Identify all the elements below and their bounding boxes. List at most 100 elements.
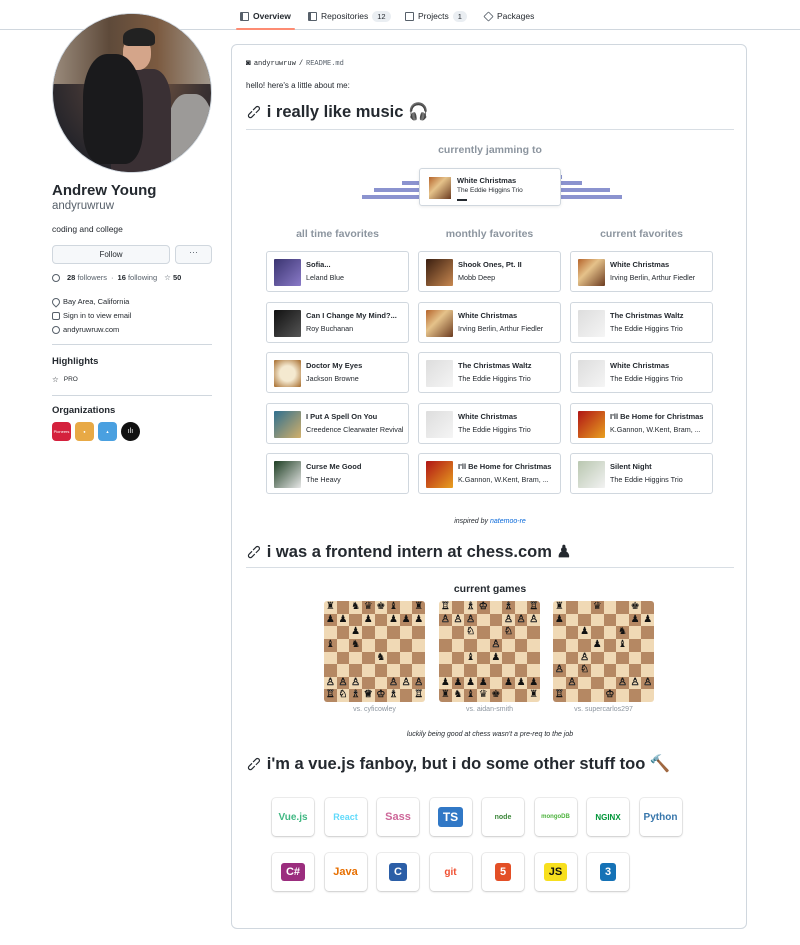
chess-square[interactable]: [628, 638, 642, 652]
chess-square[interactable]: [603, 651, 617, 665]
chess-square[interactable]: ♛: [590, 601, 604, 614]
chess-square[interactable]: [489, 601, 503, 614]
chess-square[interactable]: [628, 651, 642, 665]
chess-square[interactable]: ♚: [374, 601, 388, 614]
chess-square[interactable]: [399, 638, 413, 652]
chess-square[interactable]: ♟: [590, 638, 604, 652]
chess-square[interactable]: [628, 689, 642, 702]
chess-square[interactable]: [349, 651, 362, 665]
chess-square[interactable]: [399, 689, 413, 702]
chess-square[interactable]: ♝: [616, 638, 629, 652]
chess-square[interactable]: [374, 638, 388, 652]
chess-square[interactable]: ♟: [324, 613, 337, 627]
chess-square[interactable]: [641, 651, 654, 665]
chess-square[interactable]: [349, 613, 362, 627]
chess-square[interactable]: [641, 601, 654, 614]
chess-square[interactable]: ♔: [476, 601, 490, 614]
chess-square[interactable]: ♙: [578, 651, 591, 665]
chess-square[interactable]: [590, 664, 604, 677]
chess-square[interactable]: [464, 664, 477, 677]
chess-square[interactable]: ♟: [514, 676, 528, 690]
chess-square[interactable]: [628, 664, 642, 677]
chess-square[interactable]: ♖: [324, 689, 337, 702]
chess-square[interactable]: [603, 664, 617, 677]
chess-square[interactable]: ♟: [349, 626, 362, 639]
chess-square[interactable]: [361, 626, 375, 639]
chess-square[interactable]: [565, 601, 579, 614]
chess-square[interactable]: [590, 651, 604, 665]
chess-square[interactable]: [603, 626, 617, 639]
chess-square[interactable]: [553, 676, 566, 690]
chess-square[interactable]: [641, 689, 654, 702]
avatar[interactable]: [52, 13, 212, 173]
chess-square[interactable]: [439, 638, 452, 652]
current-track-card[interactable]: White Christmas Irving Berlin, Arthur Fie…: [570, 251, 713, 292]
tech-icon[interactable]: C#: [272, 853, 314, 891]
chess-square[interactable]: ♟: [502, 676, 515, 690]
chess-square[interactable]: [336, 638, 350, 652]
website-row[interactable]: andyruwruw.com: [52, 325, 119, 334]
chess-square[interactable]: ♙: [489, 639, 503, 652]
chess-square[interactable]: ♝: [387, 601, 400, 614]
chess-square[interactable]: [387, 626, 400, 639]
chess-square[interactable]: [553, 626, 566, 639]
chess-square[interactable]: [578, 601, 591, 614]
chess-square[interactable]: [514, 664, 528, 677]
chess-square[interactable]: [553, 638, 566, 652]
current-track-card[interactable]: White Christmas The Eddie Higgins Trio: [570, 352, 713, 393]
chess-square[interactable]: ♟: [439, 676, 452, 690]
chess-square[interactable]: [603, 676, 617, 690]
now-playing-card[interactable]: White Christmas The Eddie Higgins Trio: [419, 168, 561, 206]
chess-square[interactable]: [590, 689, 604, 702]
chess-square[interactable]: [439, 664, 452, 677]
tab-repositories[interactable]: Repositories 12: [308, 9, 391, 23]
chess-square[interactable]: ♖: [439, 601, 452, 614]
chess-square[interactable]: [527, 638, 540, 652]
chess-square[interactable]: ♙: [464, 613, 477, 627]
tab-projects[interactable]: Projects 1: [405, 9, 467, 23]
all-time-track-card[interactable]: Can I Change My Mind?... Roy Buchanan: [266, 301, 409, 343]
chess-square[interactable]: ♘: [502, 626, 515, 639]
tech-icon[interactable]: NGINX: [587, 798, 629, 836]
monthly-track-card[interactable]: Shook Ones, Pt. II Mobb Deep: [418, 251, 561, 292]
chess-square[interactable]: [578, 689, 591, 702]
chess-square[interactable]: ♙: [514, 613, 528, 627]
chess-square[interactable]: ♗: [464, 601, 477, 614]
chess-square[interactable]: [336, 664, 350, 677]
org-avatar-3[interactable]: ▲: [98, 422, 117, 441]
chess-square[interactable]: [324, 626, 337, 639]
tech-icon[interactable]: node: [482, 798, 524, 836]
chess-square[interactable]: ♙: [527, 613, 540, 627]
all-time-track-card[interactable]: Sofia... Leland Blue: [266, 251, 409, 292]
chess-square[interactable]: ♕: [361, 689, 375, 702]
chess-square[interactable]: ♟: [387, 613, 400, 627]
chess-square[interactable]: ♟: [489, 651, 503, 665]
chess-square[interactable]: [476, 638, 490, 652]
chess-square[interactable]: [565, 613, 579, 627]
tech-icon[interactable]: git: [429, 853, 472, 891]
chess-square[interactable]: ♙: [349, 677, 362, 690]
chess-square[interactable]: ♘: [464, 626, 477, 639]
chess-square[interactable]: ♟: [361, 613, 375, 627]
chess-square[interactable]: [324, 651, 337, 665]
chess-square[interactable]: [412, 664, 425, 677]
chess-square[interactable]: [502, 689, 515, 702]
chess-square[interactable]: [324, 664, 337, 677]
chess-square[interactable]: ♝: [324, 638, 337, 652]
tech-icon[interactable]: 5: [482, 853, 524, 891]
chess-square[interactable]: [502, 664, 515, 677]
chess-square[interactable]: [641, 638, 654, 652]
chess-square[interactable]: ♙: [451, 613, 465, 627]
email-row[interactable]: Sign in to view email: [52, 311, 131, 320]
current-track-card[interactable]: Silent Night The Eddie Higgins Trio: [570, 453, 713, 494]
tech-icon[interactable]: React: [324, 798, 367, 836]
chess-square[interactable]: [387, 651, 400, 665]
chess-square[interactable]: [361, 664, 375, 677]
inspired-link[interactable]: natemoo-re: [490, 518, 526, 525]
chess-square[interactable]: [412, 651, 425, 665]
chess-square[interactable]: [374, 613, 388, 627]
readme-owner[interactable]: andyruwruw: [254, 60, 296, 68]
chess-square[interactable]: ♘: [578, 664, 591, 677]
stars-link[interactable]: ☆ 50: [164, 273, 181, 282]
chess-square[interactable]: [476, 626, 490, 639]
